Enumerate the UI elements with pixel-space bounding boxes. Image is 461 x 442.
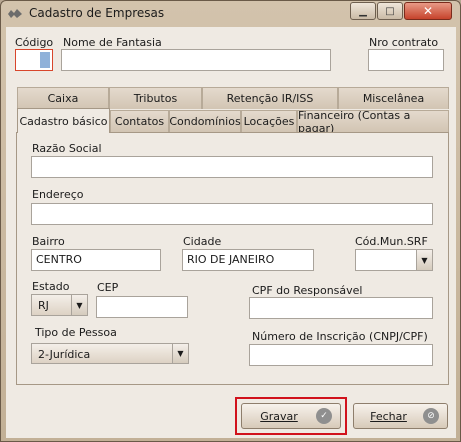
minimize-button[interactable]: ▁ (350, 2, 376, 20)
codmun-combo[interactable]: ▼ (355, 249, 433, 271)
maximize-button[interactable]: □ (377, 2, 403, 20)
tab-cadastro-basico[interactable]: Cadastro básico (17, 108, 110, 133)
tab-locacoes[interactable]: Locações (241, 110, 297, 132)
inscricao-label: Número de Inscrição (CNPJ/CPF) (252, 330, 428, 343)
tipo-label: Tipo de Pessoa (35, 326, 117, 339)
tab-caixa[interactable]: Caixa (17, 87, 109, 109)
razao-field[interactable] (31, 156, 433, 178)
cancel-icon: ⊘ (423, 408, 439, 424)
highlight-box (235, 397, 347, 435)
minimize-icon: ▁ (359, 5, 367, 17)
codigo-field[interactable] (15, 49, 53, 71)
cidade-label: Cidade (183, 235, 222, 248)
chevron-down-icon[interactable]: ▼ (416, 250, 432, 270)
cep-label: CEP (97, 281, 119, 294)
close-button[interactable]: ✕ (404, 2, 452, 20)
contrato-label: Nro contrato (369, 36, 439, 49)
estado-select[interactable]: RJ ▼ (31, 294, 88, 316)
endereco-label: Endereço (32, 188, 84, 201)
window-title: Cadastro de Empresas (29, 6, 165, 20)
cpf-field[interactable] (249, 297, 433, 319)
endereco-field[interactable] (31, 203, 433, 225)
tab-condominios[interactable]: Condomínios (169, 110, 241, 132)
tab-financeiro[interactable]: Financeiro (Contas a pagar) (297, 109, 449, 135)
app-icon (8, 9, 22, 18)
tab-contatos[interactable]: Contatos (110, 110, 169, 132)
codigo-label: Código (15, 36, 54, 49)
contrato-field[interactable] (368, 49, 444, 71)
tab-retencao[interactable]: Retenção IR/ISS (202, 87, 338, 109)
selection-caret (40, 52, 50, 68)
title-bar[interactable]: Cadastro de Empresas ▁ □ ✕ (1, 1, 460, 27)
inscricao-field[interactable] (249, 344, 433, 366)
fechar-button[interactable]: Fechar ⊘ (353, 403, 448, 429)
tipo-select[interactable]: 2-Jurídica ▼ (31, 343, 189, 364)
codmun-label: Cód.Mun.SRF (355, 235, 428, 248)
close-icon: ✕ (422, 4, 434, 18)
bairro-field[interactable]: CENTRO (31, 249, 161, 271)
maximize-icon: □ (385, 5, 395, 17)
cidade-field[interactable]: RIO DE JANEIRO (182, 249, 314, 271)
cpf-label: CPF do Responsável (252, 284, 363, 297)
razao-label: Razão Social (32, 142, 102, 155)
bairro-label: Bairro (32, 235, 65, 248)
fantasia-label: Nome de Fantasia (63, 36, 162, 49)
tab-miscelanea[interactable]: Miscelânea (338, 87, 449, 109)
cep-field[interactable] (96, 296, 188, 318)
estado-label: Estado (32, 280, 70, 293)
chevron-down-icon[interactable]: ▼ (71, 295, 87, 315)
dialog-window: Cadastro de Empresas ▁ □ ✕ Código Nome d… (0, 0, 461, 442)
fantasia-field[interactable] (61, 49, 331, 71)
chevron-down-icon[interactable]: ▼ (172, 344, 188, 363)
tab-tributos[interactable]: Tributos (109, 87, 202, 109)
